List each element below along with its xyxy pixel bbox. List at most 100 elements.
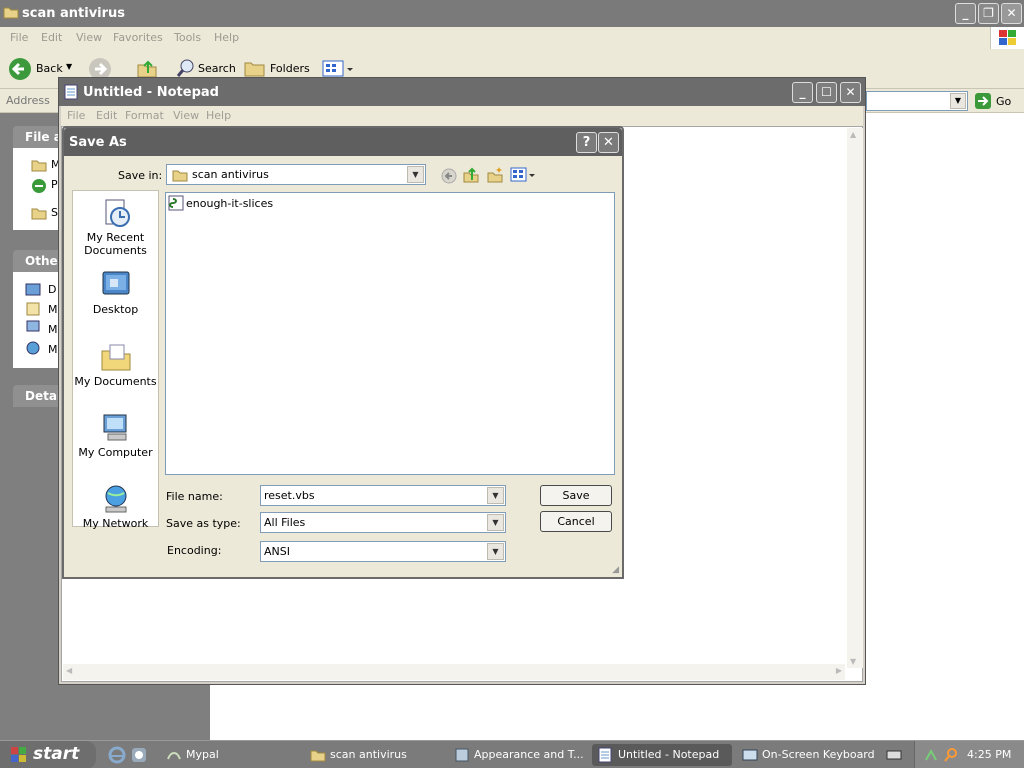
place-my-computer[interactable]: My Computer	[73, 412, 158, 459]
file-name-input[interactable]: reset.vbs ▼	[260, 485, 506, 506]
taskbar-item-appearance[interactable]: Appearance and T...	[448, 744, 588, 766]
place-my-network[interactable]: My Network	[73, 483, 158, 530]
taskbar-item-label: Untitled - Notepad	[618, 748, 720, 761]
folder-icon	[3, 7, 19, 19]
vertical-scrollbar[interactable]: ▲ ▼	[847, 128, 863, 668]
save-button[interactable]: Save	[540, 485, 612, 506]
place-label: My Network	[82, 517, 149, 530]
notepad-title-bar[interactable]: Untitled - Notepad _ ☐ ✕	[59, 78, 865, 106]
chevron-down-icon[interactable]: ▼	[487, 543, 504, 560]
restore-button[interactable]: ❐	[978, 3, 999, 24]
control-panel-icon	[455, 748, 469, 762]
other-place-item[interactable]: M	[48, 303, 58, 316]
minimize-button[interactable]: _	[792, 82, 813, 103]
save-as-type-label: Save as type:	[166, 517, 241, 530]
other-place-item[interactable]: M	[48, 323, 58, 336]
desktop-icon	[25, 283, 41, 296]
places-bar: My Recent Documents Desktop My Documents…	[72, 190, 159, 530]
menu-view[interactable]: View	[76, 31, 102, 44]
save-as-dialog: Save As ? ✕ Save in: scan antivirus ▼ My…	[62, 126, 624, 579]
computer-icon	[26, 320, 40, 332]
start-button[interactable]: start	[0, 741, 96, 768]
chevron-down-icon[interactable]: ▼	[487, 487, 504, 504]
up-folder-icon[interactable]	[462, 166, 480, 184]
horizontal-scrollbar[interactable]: ◀ ▶	[63, 664, 845, 680]
other-place-item[interactable]: D	[48, 283, 56, 296]
file-task-item[interactable]: S	[51, 206, 58, 219]
notepad-menu-bar: File Edit Format View Help	[61, 106, 863, 126]
taskbar-item-label: scan antivirus	[330, 748, 407, 761]
up-folder-icon[interactable]	[136, 57, 158, 79]
help-button[interactable]: ?	[576, 132, 597, 153]
internet-explorer-icon[interactable]	[108, 746, 126, 764]
other-place-item[interactable]: M	[48, 343, 58, 356]
minimize-button[interactable]: _	[955, 3, 976, 24]
explorer-title-bar[interactable]: scan antivirus _ ❐ ✕	[0, 0, 1024, 27]
save-in-dropdown[interactable]: scan antivirus ▼	[166, 164, 426, 185]
place-my-documents[interactable]: My Documents	[73, 341, 158, 388]
menu-edit[interactable]: Edit	[96, 109, 117, 122]
new-folder-icon	[31, 160, 47, 172]
start-label: start	[33, 744, 80, 764]
search-icon[interactable]	[176, 58, 196, 78]
chevron-down-icon[interactable]: ▼	[487, 514, 504, 531]
go-arrow-icon[interactable]	[974, 92, 992, 110]
file-task-item[interactable]: P	[51, 178, 58, 191]
taskbar-item-onscreen-keyboard[interactable]: On-Screen Keyboard	[736, 744, 876, 766]
explorer-menu-bar: File Edit View Favorites Tools Help	[0, 27, 1024, 49]
resize-grip-icon[interactable]: ◢	[612, 565, 619, 575]
save-in-label: Save in:	[118, 169, 163, 182]
menu-help[interactable]: Help	[214, 31, 239, 44]
new-folder-icon[interactable]	[486, 166, 504, 184]
encoding-label: Encoding:	[167, 544, 222, 557]
taskbar-item-mypal[interactable]: Mypal	[160, 744, 300, 766]
folders-icon[interactable]	[244, 58, 266, 78]
chevron-down-icon[interactable]: ▼	[950, 93, 966, 109]
back-button-label[interactable]: Back	[36, 62, 63, 75]
views-icon[interactable]	[322, 59, 354, 79]
taskbar-item-notepad-active[interactable]: Untitled - Notepad	[592, 744, 732, 766]
file-list[interactable]: enough-it-slices	[165, 192, 615, 475]
menu-help[interactable]: Help	[206, 109, 231, 122]
close-button[interactable]: ✕	[598, 132, 619, 153]
documents-icon	[26, 302, 40, 316]
address-input[interactable]: ▼	[866, 91, 968, 111]
network-tray-icon[interactable]	[923, 747, 939, 763]
place-recent-documents[interactable]: My Recent Documents	[73, 197, 158, 257]
place-desktop[interactable]: Desktop	[73, 269, 158, 316]
view-menu-icon[interactable]	[510, 166, 536, 184]
quick-launch-icon[interactable]	[130, 746, 148, 764]
folders-button-label[interactable]: Folders	[270, 62, 310, 75]
close-button[interactable]: ✕	[1001, 3, 1022, 24]
folder-icon	[172, 170, 188, 182]
menu-edit[interactable]: Edit	[41, 31, 62, 44]
taskbar-item-scan-antivirus[interactable]: scan antivirus	[304, 744, 444, 766]
my-documents-icon	[101, 344, 130, 371]
menu-tools[interactable]: Tools	[174, 31, 201, 44]
menu-file[interactable]: File	[10, 31, 28, 44]
menu-favorites[interactable]: Favorites	[113, 31, 163, 44]
my-computer-icon	[103, 414, 126, 441]
back-arrow-icon[interactable]	[440, 167, 458, 185]
menu-format[interactable]: Format	[125, 109, 164, 122]
chevron-down-icon[interactable]: ▼	[407, 166, 424, 183]
clock[interactable]: 4:25 PM	[967, 748, 1011, 761]
save-as-type-dropdown[interactable]: All Files ▼	[260, 512, 506, 533]
cancel-button[interactable]: Cancel	[540, 511, 612, 532]
keyboard-tray-icon[interactable]	[886, 747, 902, 763]
menu-view[interactable]: View	[173, 109, 199, 122]
close-button[interactable]: ✕	[840, 82, 861, 103]
maximize-button[interactable]: ☐	[816, 82, 837, 103]
search-button-label[interactable]: Search	[198, 62, 236, 75]
file-name-value: reset.vbs	[264, 489, 315, 502]
place-label: My Computer	[78, 446, 153, 459]
notepad-icon	[598, 747, 612, 763]
menu-file[interactable]: File	[67, 109, 85, 122]
search-tray-icon[interactable]	[943, 747, 959, 763]
back-arrow-icon[interactable]	[8, 57, 32, 81]
taskbar: start Mypal scan antivirus Appearance an…	[0, 740, 1024, 768]
encoding-dropdown[interactable]: ANSI ▼	[260, 541, 506, 562]
save-as-title-bar[interactable]: Save As ? ✕	[64, 128, 622, 156]
go-button-label[interactable]: Go	[996, 95, 1011, 108]
place-label: Desktop	[92, 303, 139, 316]
